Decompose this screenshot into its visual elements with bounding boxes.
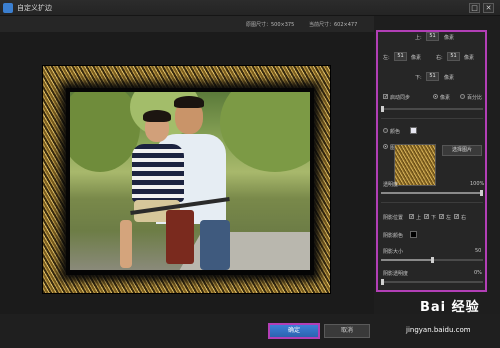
opacity-slider-fill [381,192,481,194]
ok-button[interactable]: 确定 [268,323,320,339]
shadow-size-slider-fill [381,259,432,261]
unit-pixel-radio[interactable] [433,94,438,99]
margin-slider-thumb[interactable] [381,106,384,112]
opacity-label: 透明度 [383,182,399,188]
left-margin-label: 左: [383,55,390,61]
shadow-bottom-label: 下 [431,215,437,221]
child-figure [132,144,184,202]
shadow-opacity-label: 阴影透明度 [383,271,409,277]
father-hair [174,96,204,108]
current-size-label: 当前尺寸：602×477 [309,22,358,28]
bicycle-frame [166,210,194,264]
opacity-slider-thumb[interactable] [480,190,483,196]
app-icon [3,3,13,13]
fill-color-label: 颜色 [390,129,401,135]
child-leg [120,220,132,268]
title-bar: 自定义扩边 □ ✕ [0,0,500,16]
left-margin-unit: 像素 [411,55,422,61]
border-settings-panel: 上: 51 像素 左: 51 像素 右: 51 像素 下: 51 像素 ✓ 启动… [376,30,487,292]
father-jeans [200,220,230,270]
left-margin-input[interactable]: 51 [394,52,407,61]
shadow-size-value: 50 [475,248,482,254]
original-size-label: 原图尺寸：500×375 [246,22,295,28]
opacity-value: 100% [470,181,485,187]
shadow-size-slider[interactable] [381,257,483,263]
cancel-button[interactable]: 取消 [324,324,370,338]
shadow-right-label: 右 [461,215,467,221]
shadow-bottom-checkbox[interactable]: ✓ [424,214,429,220]
opacity-slider[interactable] [381,190,483,196]
pattern-preview [394,144,436,186]
baidu-watermark: Bai 经验 jingyan.baidu.com [400,296,496,344]
shadow-size-slider-thumb[interactable] [431,257,434,263]
fill-color-radio[interactable] [383,128,388,133]
right-margin-input[interactable]: 51 [447,52,460,61]
margin-slider[interactable] [381,106,483,112]
shadow-color-swatch[interactable] [410,231,417,238]
park-path [178,232,310,270]
section-divider [381,118,483,119]
top-margin-unit: 像素 [444,35,455,41]
auto-sync-label: 启动同步 [390,95,411,101]
shadow-color-label: 阴影颜色 [383,233,404,239]
right-margin-label: 右: [436,55,443,61]
shadow-opacity-slider-thumb[interactable] [381,279,384,285]
shadow-opacity-value: 0% [474,270,482,276]
auto-sync-checkbox[interactable]: ✓ [383,94,388,100]
fill-color-swatch[interactable] [410,127,417,134]
tree-foliage [220,92,310,172]
bottom-margin-input[interactable]: 51 [426,72,439,81]
section-divider [381,202,483,203]
watermark-url: jingyan.baidu.com [406,326,471,334]
baidu-logo: Bai 经验 [420,300,480,315]
shadow-right-checkbox[interactable]: ✓ [454,214,459,220]
preview-photo [70,92,310,270]
size-info-bar: 原图尺寸：500×375 当前尺寸：602×477 [0,16,374,32]
shadow-size-label: 阴影大小 [383,249,404,255]
shadow-top-checkbox[interactable]: ✓ [409,214,414,220]
right-margin-unit: 像素 [464,55,475,61]
child-hair [143,110,171,122]
shadow-top-label: 上 [416,215,422,221]
top-margin-label: 上: [415,35,422,41]
unit-pixel-label: 像素 [440,95,451,101]
shadow-left-checkbox[interactable]: ✓ [439,214,444,220]
unit-percent-label: 百分比 [467,95,483,101]
shadow-position-label: 阴影位置 [383,215,404,221]
bottom-margin-unit: 像素 [444,75,455,81]
restore-button[interactable]: □ [469,3,480,13]
top-margin-input[interactable]: 51 [426,32,439,41]
select-image-button[interactable]: 选择图片 [442,145,482,156]
shadow-left-label: 左 [446,215,452,221]
close-button[interactable]: ✕ [483,3,494,13]
bottom-margin-label: 下: [415,75,422,81]
shadow-opacity-slider[interactable] [381,279,483,285]
window-title: 自定义扩边 [17,4,52,12]
unit-percent-radio[interactable] [460,94,465,99]
fill-pattern-radio[interactable] [383,144,388,149]
